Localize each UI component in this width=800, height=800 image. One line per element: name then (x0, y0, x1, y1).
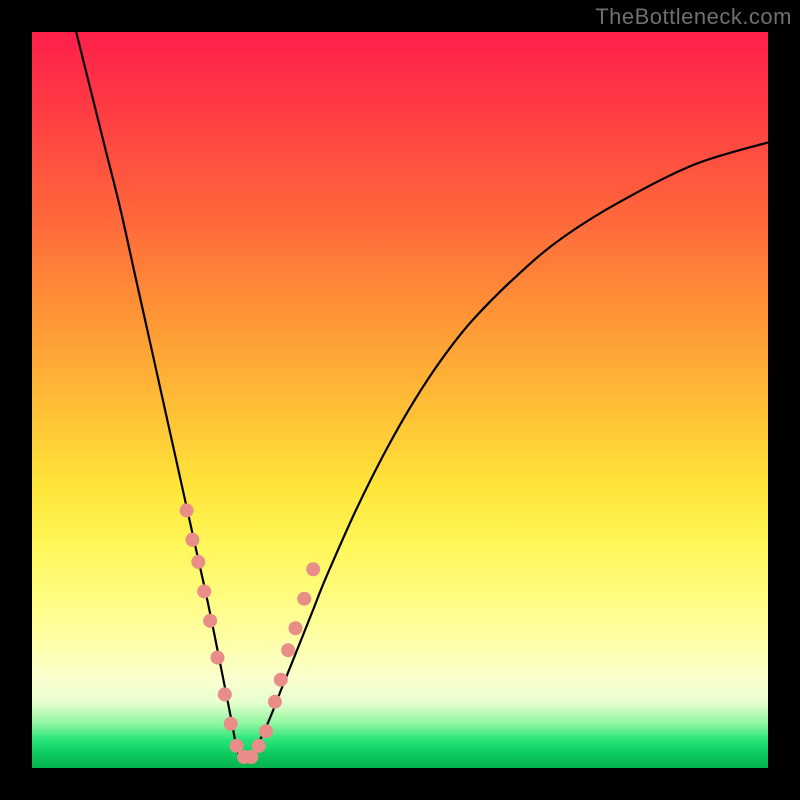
highlight-dots-group (180, 503, 321, 764)
highlight-dot (203, 614, 217, 628)
highlight-dot (218, 687, 232, 701)
highlight-dot (180, 503, 194, 517)
highlight-dot (185, 533, 199, 547)
chart-frame: TheBottleneck.com (0, 0, 800, 800)
highlight-dot (281, 643, 295, 657)
highlight-dot (224, 717, 238, 731)
highlight-dot (289, 621, 303, 635)
highlight-dot (191, 555, 205, 569)
highlight-dot (297, 592, 311, 606)
highlight-dot (268, 695, 282, 709)
watermark-text: TheBottleneck.com (595, 4, 792, 30)
highlight-dot (259, 724, 273, 738)
plot-area (32, 32, 768, 768)
highlight-dot (306, 562, 320, 576)
highlight-dot (252, 739, 266, 753)
highlight-dot (274, 673, 288, 687)
highlight-dot (211, 651, 225, 665)
highlight-dot (197, 584, 211, 598)
bottleneck-curve (76, 32, 768, 761)
chart-svg (32, 32, 768, 768)
